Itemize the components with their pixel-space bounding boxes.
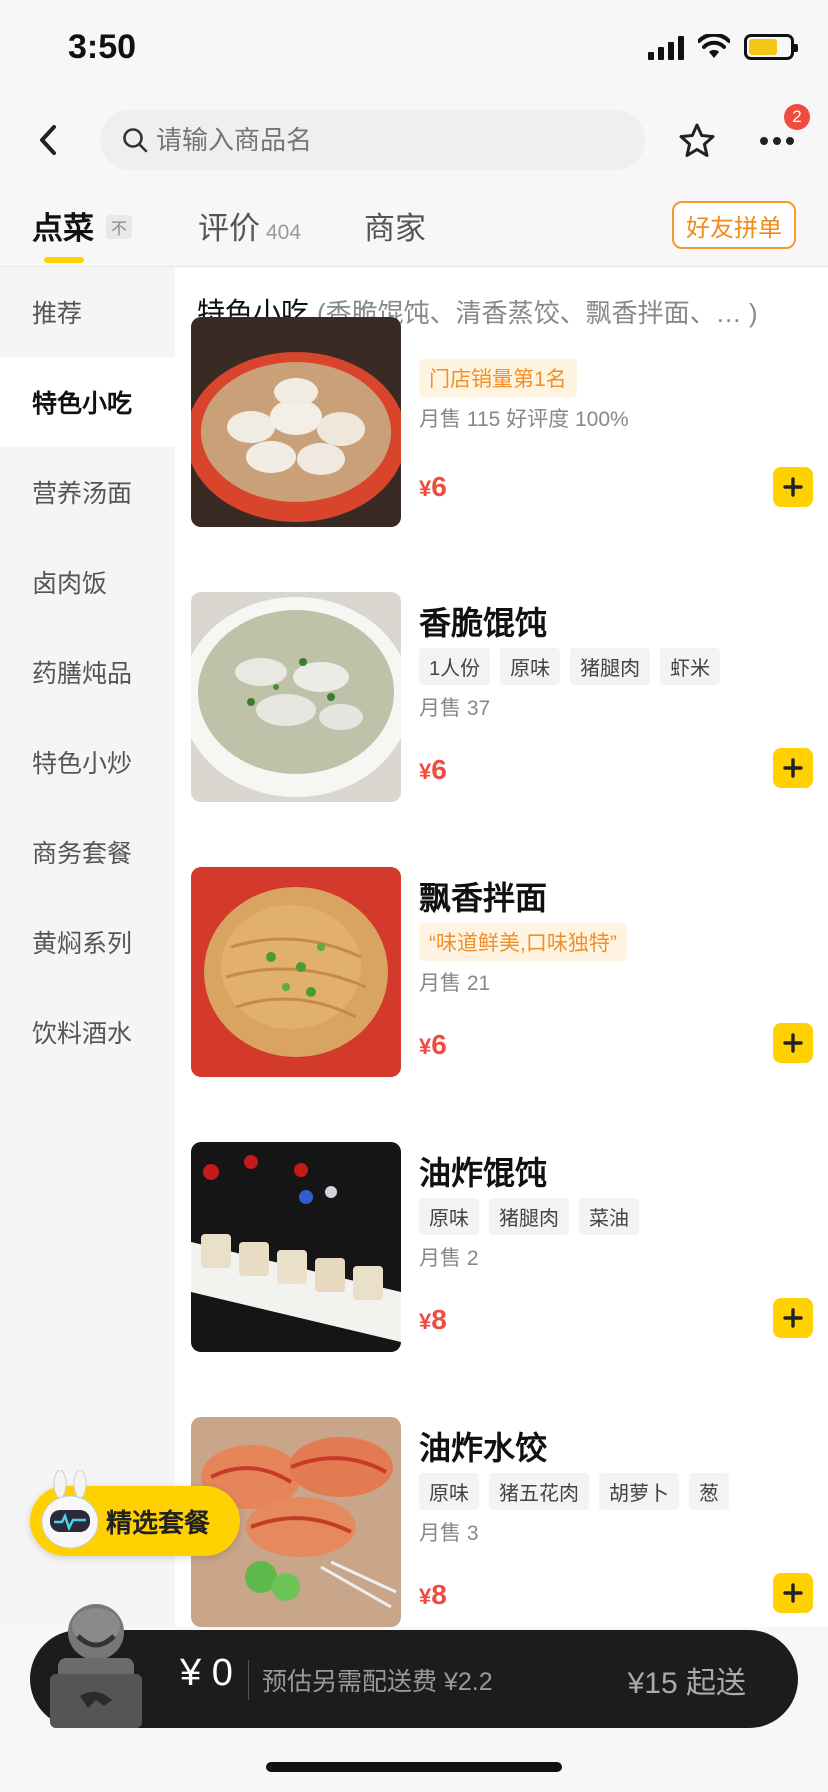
item-tag: 原味 bbox=[500, 648, 561, 685]
cart-divider bbox=[248, 1660, 249, 1700]
cart-total: ¥ 0 bbox=[180, 1652, 233, 1694]
sidebar-item-herbal-stew[interactable]: 药膳炖品 bbox=[0, 627, 175, 717]
item-image-noodles[interactable] bbox=[191, 867, 401, 1077]
minimum-order[interactable]: ¥15 起送 bbox=[628, 1658, 746, 1702]
item-tags: 原味 猪五花肉 胡萝卜 葱 bbox=[419, 1473, 729, 1510]
item-name: 香脆馄饨 bbox=[419, 605, 548, 641]
item-price: ¥6 bbox=[419, 1029, 447, 1060]
set-meal-button[interactable]: 精选套餐 bbox=[30, 1470, 240, 1556]
item-tag: 猪腿肉 bbox=[489, 1198, 569, 1235]
tab-merchant[interactable]: 商家 bbox=[364, 203, 426, 248]
signal-icon bbox=[648, 34, 684, 60]
chevron-left-icon bbox=[40, 125, 56, 155]
category-sidebar: 推荐 特色小吃 营养汤面 卤肉饭 药膳炖品 特色小炒 商务套餐 黄焖系列 饮料酒… bbox=[0, 267, 175, 1627]
list-item[interactable]: 门店销量第1名 月售 115 好评度 100% ¥6 bbox=[191, 317, 813, 527]
item-name: 油炸馄饨 bbox=[419, 1155, 548, 1191]
sidebar-item-braised-pork-rice[interactable]: 卤肉饭 bbox=[0, 537, 175, 627]
item-name: 油炸水饺 bbox=[419, 1430, 548, 1466]
item-sales: 月售 3 bbox=[419, 1522, 479, 1545]
item-image-dumplings[interactable] bbox=[191, 317, 401, 527]
item-tag: 原味 bbox=[419, 1198, 479, 1235]
item-image-wonton[interactable] bbox=[191, 592, 401, 802]
item-tag: 1人份 bbox=[419, 648, 491, 685]
item-image-fried-wonton[interactable] bbox=[191, 1142, 401, 1352]
add-to-cart-button[interactable] bbox=[773, 748, 813, 788]
item-tag: 原味 bbox=[419, 1473, 479, 1510]
item-tags: 原味 猪腿肉 菜油 bbox=[419, 1198, 639, 1235]
item-tag: 菜油 bbox=[579, 1198, 639, 1235]
nav-bar bbox=[0, 100, 828, 180]
home-indicator bbox=[266, 1762, 562, 1772]
sidebar-item-recommend[interactable]: 推荐 bbox=[0, 267, 175, 357]
wifi-icon bbox=[698, 34, 730, 58]
courier-cart-icon[interactable] bbox=[28, 1596, 160, 1736]
plus-icon bbox=[783, 477, 803, 497]
search-icon bbox=[123, 128, 148, 153]
tab-review[interactable]: 评价 404 bbox=[198, 203, 301, 248]
promo-tag: “味道鲜美,口味独特” bbox=[419, 923, 627, 961]
item-price: ¥6 bbox=[419, 471, 447, 502]
robot-mascot-icon bbox=[41, 1470, 99, 1549]
search-input[interactable] bbox=[156, 124, 576, 156]
sidebar-item-noodle-soup[interactable]: 营养汤面 bbox=[0, 447, 175, 537]
tab-review-label: 评价 bbox=[198, 211, 260, 246]
sidebar-item-stir-fry[interactable]: 特色小炒 bbox=[0, 717, 175, 807]
search-box[interactable] bbox=[100, 110, 645, 170]
tab-order[interactable]: 点菜 bbox=[32, 203, 94, 248]
item-sales: 月售 37 bbox=[419, 697, 491, 720]
item-tags: 1人份 原味 猪腿肉 虾米 bbox=[419, 648, 721, 685]
favorite-button[interactable] bbox=[672, 116, 722, 166]
item-price: ¥6 bbox=[419, 754, 447, 785]
list-item[interactable]: 油炸水饺 原味 猪五花肉 胡萝卜 葱 月售 3 ¥8 bbox=[191, 1417, 813, 1627]
sidebar-item-drinks[interactable]: 饮料酒水 bbox=[0, 987, 175, 1077]
sidebar-item-braised-series[interactable]: 黄焖系列 bbox=[0, 897, 175, 987]
item-sales: 月售 2 bbox=[419, 1247, 479, 1270]
add-to-cart-button[interactable] bbox=[773, 467, 813, 507]
add-to-cart-button[interactable] bbox=[773, 1573, 813, 1613]
set-meal-label: 精选套餐 bbox=[106, 1507, 211, 1538]
notification-badge: 2 bbox=[784, 104, 810, 130]
collapse-icon[interactable]: 不 bbox=[106, 215, 132, 239]
item-tag: 虾米 bbox=[660, 648, 721, 685]
status-bar: 3:50 bbox=[0, 0, 828, 100]
item-sales: 月售 115 好评度 100% bbox=[419, 408, 629, 431]
plus-icon bbox=[783, 1308, 803, 1328]
add-to-cart-button[interactable] bbox=[773, 1298, 813, 1338]
tab-review-count: 404 bbox=[266, 221, 302, 244]
item-sales: 月售 21 bbox=[419, 972, 491, 995]
add-to-cart-button[interactable] bbox=[773, 1023, 813, 1063]
more-dots-icon bbox=[760, 137, 794, 145]
plus-icon bbox=[783, 758, 803, 778]
battery-icon bbox=[744, 34, 798, 60]
item-price: ¥8 bbox=[419, 1579, 447, 1610]
status-time: 3:50 bbox=[68, 28, 137, 66]
item-name: 飘香拌面 bbox=[419, 880, 548, 916]
list-item[interactable]: 油炸馄饨 原味 猪腿肉 菜油 月售 2 ¥8 bbox=[191, 1142, 813, 1354]
item-tag: 胡萝卜 bbox=[599, 1473, 679, 1510]
plus-icon bbox=[783, 1583, 803, 1603]
star-icon bbox=[679, 123, 715, 157]
menu-content: 特色小吃 (香脆馄饨、清香蒸饺、飘香拌面、… ) 门店销量第1名 月售 115 好… bbox=[175, 267, 828, 1627]
plus-icon bbox=[783, 1033, 803, 1053]
item-tag: 葱 bbox=[689, 1473, 729, 1510]
item-tag: 猪五花肉 bbox=[489, 1473, 589, 1510]
group-order-button[interactable]: 好友拼单 bbox=[672, 201, 796, 249]
tab-bar: 点菜 不 评价 404 商家 好友拼单 bbox=[0, 185, 828, 267]
list-item[interactable]: 飘香拌面 “味道鲜美,口味独特” 月售 21 ¥6 bbox=[191, 867, 813, 1079]
item-tag: 猪腿肉 bbox=[570, 648, 651, 685]
tab-active-indicator bbox=[44, 257, 84, 263]
delivery-fee: 预估另需配送费 ¥2.2 bbox=[262, 1668, 493, 1696]
item-price: ¥8 bbox=[419, 1304, 447, 1335]
status-icons bbox=[648, 34, 798, 60]
sidebar-item-business-set[interactable]: 商务套餐 bbox=[0, 807, 175, 897]
back-button[interactable] bbox=[24, 116, 72, 164]
promo-tag: 门店销量第1名 bbox=[419, 359, 577, 397]
list-item[interactable]: 香脆馄饨 1人份 原味 猪腿肉 虾米 月售 37 ¥6 bbox=[191, 592, 813, 804]
sidebar-item-specialty-snacks[interactable]: 特色小吃 bbox=[0, 357, 175, 447]
